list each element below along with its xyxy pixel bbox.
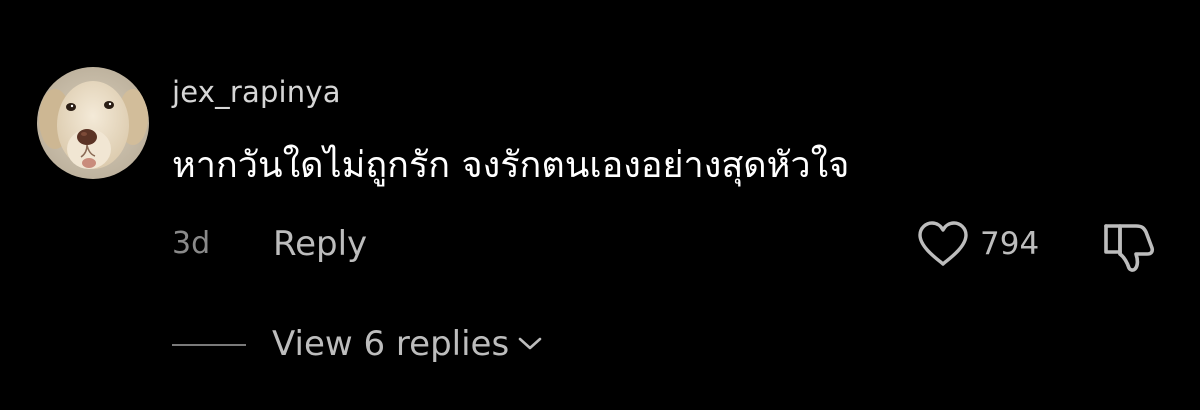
view-replies-button[interactable]: View 6 replies	[272, 322, 543, 366]
replies-divider	[172, 344, 246, 346]
heart-icon	[918, 221, 968, 266]
thumbs-down-icon	[1104, 224, 1155, 272]
comment-text: หากวันใดไม่ถูกรัก จงรักตนเองอย่างสุดหัวใ…	[172, 145, 850, 186]
view-replies-label: View 6 replies	[272, 324, 510, 364]
timestamp: 3d	[172, 226, 211, 261]
like-button[interactable]: 794	[916, 218, 1039, 270]
username[interactable]: jex_rapinya	[172, 72, 341, 112]
dislike-button[interactable]	[1100, 218, 1158, 274]
comment-item: jex_rapinya หากวันใดไม่ถูกรัก จงรักตนเอง…	[0, 0, 1200, 410]
avatar[interactable]	[37, 67, 149, 179]
reply-button[interactable]: Reply	[273, 222, 367, 266]
chevron-down-icon	[518, 337, 542, 350]
dog-avatar-image	[37, 67, 149, 179]
like-count: 794	[980, 226, 1040, 262]
